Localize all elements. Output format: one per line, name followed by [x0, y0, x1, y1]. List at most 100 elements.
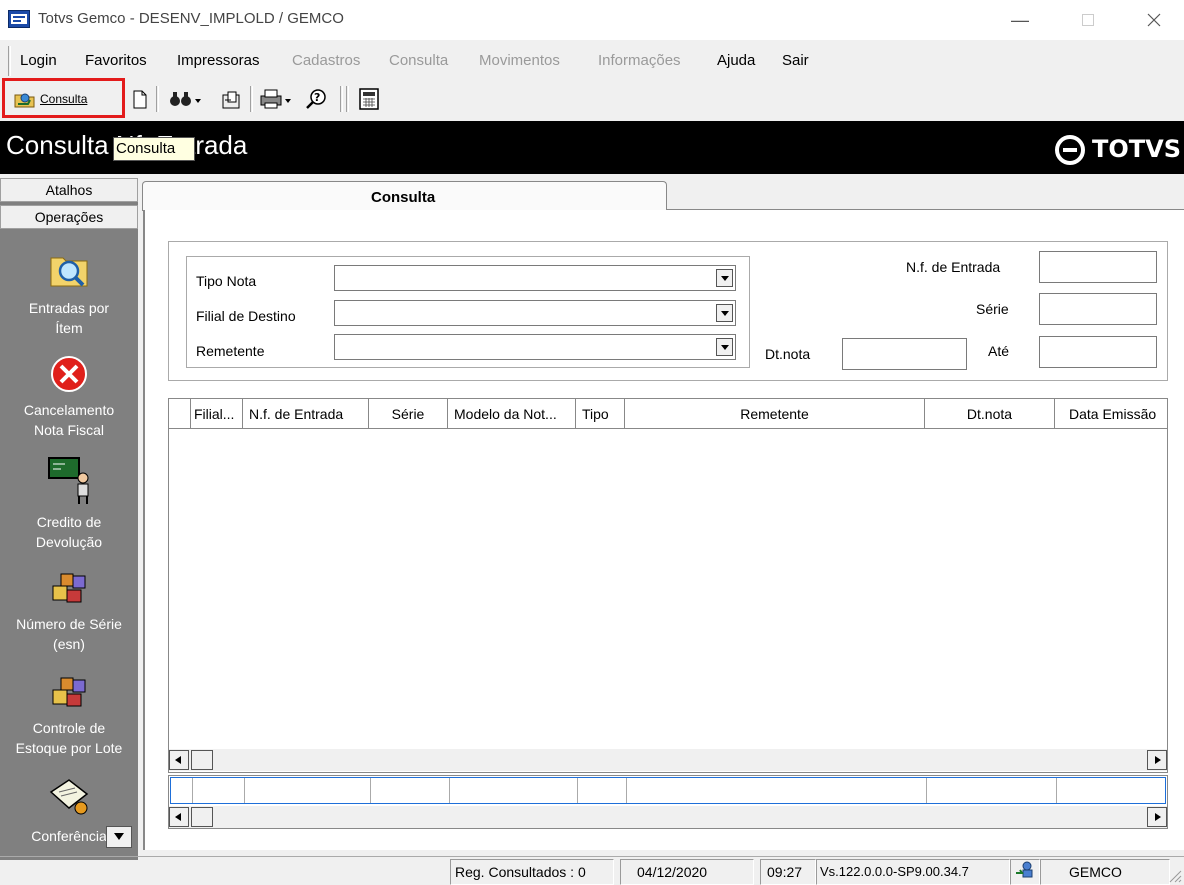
totvs-logo-icon — [1055, 135, 1085, 165]
scroll-thumb[interactable] — [191, 807, 213, 827]
filial-destino-select[interactable] — [334, 300, 736, 326]
minimize-button[interactable]: — — [1002, 6, 1038, 34]
grid-header: Filial... N.f. de Entrada Série Modelo d… — [169, 399, 1167, 429]
totals-cell — [578, 778, 627, 803]
scroll-thumb[interactable] — [191, 750, 213, 770]
grid-row-selector-header — [169, 399, 191, 429]
sidebar-section-atalhos[interactable]: Atalhos — [0, 178, 138, 202]
export-icon[interactable] — [220, 86, 244, 112]
sidebar-item-label: Controle de — [32, 720, 106, 736]
nf-entrada-field[interactable] — [1039, 251, 1157, 283]
status-version: Vs.122.0.0.0-SP9.00.34.7 — [816, 859, 1010, 885]
sidebar-item-label: Devolução — [35, 534, 103, 550]
dt-nota-label: Dt.nota — [765, 346, 811, 362]
totals-cell — [193, 778, 245, 803]
filial-destino-label: Filial de Destino — [196, 308, 296, 324]
cancel-x-icon — [51, 356, 87, 392]
menu-ajuda[interactable]: Ajuda — [717, 52, 755, 69]
sidebar-item-label: Conferência — [31, 828, 107, 844]
menu-grip — [8, 46, 11, 76]
scroll-left-icon[interactable] — [169, 807, 189, 827]
results-grid[interactable]: Filial... N.f. de Entrada Série Modelo d… — [168, 398, 1168, 773]
sidebar-section-operacoes[interactable]: Operações — [0, 205, 138, 229]
totvs-logo: TOTVS — [1054, 133, 1181, 165]
sidebar-item-label: Ítem — [55, 320, 83, 336]
toolbar-separator — [156, 86, 159, 112]
maximize-button[interactable] — [1070, 6, 1106, 34]
ate-field[interactable] — [1039, 336, 1157, 368]
close-button[interactable] — [1136, 6, 1172, 34]
totals-horizontal-scrollbar[interactable] — [169, 806, 1167, 828]
new-document-icon[interactable] — [131, 86, 149, 112]
totals-cell — [245, 778, 371, 803]
sidebar-item-numero-serie[interactable]: Número de Série (esn) — [0, 568, 138, 654]
close-icon — [1147, 13, 1161, 27]
ate-label: Até — [988, 343, 1010, 359]
binoculars-icon[interactable] — [168, 86, 202, 112]
col-data-emissao[interactable]: Data Emissão — [1055, 399, 1169, 429]
col-nf-entrada[interactable]: N.f. de Entrada — [243, 399, 369, 429]
menu-favoritos[interactable]: Favoritos — [85, 52, 147, 69]
col-serie[interactable]: Série — [369, 399, 448, 429]
menu-login[interactable]: Login — [20, 52, 57, 69]
grid-horizontal-scrollbar[interactable] — [169, 749, 1167, 771]
col-modelo-nota[interactable]: Modelo da Not... — [448, 399, 576, 429]
totvs-brand-text: TOTVS — [1092, 135, 1182, 163]
status-user: GEMCO — [1040, 859, 1170, 885]
tipo-nota-select[interactable] — [334, 265, 736, 291]
sidebar-item-label: Número de Série — [16, 616, 122, 632]
col-tipo[interactable]: Tipo — [576, 399, 625, 429]
sidebar-item-label: Estoque por Lote — [15, 740, 123, 756]
tab-consulta[interactable]: Consulta — [142, 181, 667, 211]
sidebar-item-label: (esn) — [53, 636, 85, 652]
document-check-icon — [49, 779, 89, 815]
help-search-icon[interactable]: ? — [304, 86, 330, 112]
tab-label: Consulta — [371, 189, 436, 206]
toolbar-separator — [250, 86, 253, 112]
menu-movimentos[interactable]: Movimentos — [479, 52, 560, 69]
sidebar-item-cancelamento[interactable]: Cancelamento Nota Fiscal — [0, 354, 138, 440]
tooltip: Consulta — [113, 137, 195, 161]
chevron-down-icon[interactable] — [716, 269, 733, 287]
sidebar-scroll-down-button[interactable] — [106, 826, 132, 848]
menu-consulta[interactable]: Consulta — [389, 52, 448, 69]
menu-cadastros[interactable]: Cadastros — [292, 52, 360, 69]
sidebar-item-controle-estoque-lote[interactable]: Controle de Estoque por Lote — [0, 672, 138, 758]
toolbar: Consulta ? — [0, 80, 1184, 120]
status-date: 04/12/2020 — [620, 859, 754, 885]
calculator-icon[interactable] — [356, 86, 382, 112]
sidebar-item-entradas-por-item[interactable]: Entradas por Ítem — [0, 248, 138, 338]
menu-impressoras[interactable]: Impressoras — [177, 52, 260, 69]
status-reg-consultados: Reg. Consultados : 0 — [450, 859, 614, 885]
totals-grid[interactable] — [168, 775, 1168, 829]
scroll-right-icon[interactable] — [1147, 750, 1167, 770]
col-remetente[interactable]: Remetente — [625, 399, 925, 429]
serie-field[interactable] — [1039, 293, 1157, 325]
boxes-icon — [52, 573, 86, 603]
tipo-nota-label: Tipo Nota — [196, 273, 257, 289]
printer-icon[interactable] — [258, 86, 292, 112]
toolbar-separator — [340, 86, 343, 112]
menu-informacoes[interactable]: Informações — [598, 52, 681, 69]
chevron-down-icon — [114, 833, 124, 840]
remetente-select[interactable] — [334, 334, 736, 360]
status-bar: Reg. Consultados : 0 04/12/2020 09:27 Vs… — [0, 856, 1184, 885]
scroll-right-icon[interactable] — [1147, 807, 1167, 827]
scroll-left-icon[interactable] — [169, 750, 189, 770]
sidebar-item-label: Credito de — [36, 514, 102, 530]
col-dt-nota[interactable]: Dt.nota — [925, 399, 1055, 429]
chevron-down-icon[interactable] — [716, 304, 733, 322]
totals-row[interactable] — [170, 777, 1166, 804]
resize-grip-icon[interactable] — [1168, 869, 1182, 883]
sidebar: Atalhos Operações Entradas por Ítem Canc… — [0, 178, 138, 860]
sidebar-item-credito-devolucao[interactable]: Credito de Devolução — [0, 454, 138, 552]
chevron-down-icon[interactable] — [716, 338, 733, 356]
totals-cell — [371, 778, 450, 803]
sidebar-item-label: Cancelamento — [23, 402, 115, 418]
app-window-icon — [8, 10, 30, 28]
dt-nota-field[interactable] — [842, 338, 967, 370]
highlight-outline — [2, 78, 125, 118]
remetente-label: Remetente — [196, 343, 265, 359]
menu-sair[interactable]: Sair — [782, 52, 809, 69]
col-filial[interactable]: Filial... — [191, 399, 243, 429]
